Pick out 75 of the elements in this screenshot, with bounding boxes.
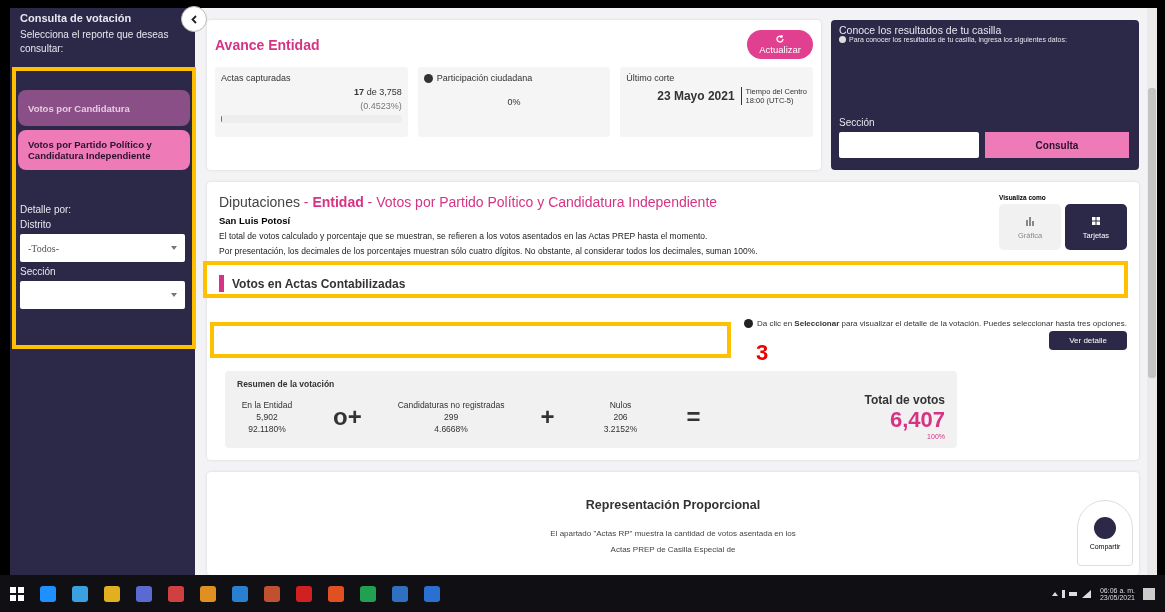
- scrollbar[interactable]: [1147, 8, 1157, 575]
- app-icon[interactable]: [424, 585, 440, 602]
- summary-label: Candidaturas no registradas: [397, 399, 505, 410]
- stat-value: 0%: [507, 97, 521, 107]
- annotation-number: 3: [756, 340, 769, 366]
- filter-select[interactable]: -Todos-: [20, 234, 185, 262]
- operator-sign: +: [540, 402, 555, 431]
- detail-label: Detalle por:: [20, 204, 73, 215]
- summary-votes: 5,902: [256, 411, 278, 422]
- report-button[interactable]: Votos por Candidatura: [18, 90, 190, 126]
- state-name: San Luis Potosí: [219, 215, 292, 226]
- info-text: Da clic en Seleccionar para visualizar el detalle de la votación. Puedes seleccionar hasta tres opciones.: [757, 319, 1127, 328]
- rp-title: Representación Proporcional: [585, 498, 761, 512]
- help-icon: [423, 73, 433, 83]
- consult-button[interactable]: Consulta: [985, 132, 1129, 158]
- collapse-button[interactable]: [181, 6, 207, 32]
- summary-percent: 92.1180%: [248, 423, 286, 434]
- note-text: Por presentación, los decimales de los porcentajes muestran sólo cuatro dígitos. No obstante, al considerar todos los decimales, suman 100%.: [219, 246, 758, 256]
- app-icon[interactable]: [136, 585, 152, 602]
- app-icon[interactable]: [232, 585, 248, 602]
- share-icon: [1094, 516, 1116, 539]
- tray-icons[interactable]: [1051, 588, 1092, 599]
- bar-chart-icon: [1024, 214, 1036, 227]
- app-icon[interactable]: [360, 585, 376, 602]
- total-votes: 6,407: [889, 407, 945, 433]
- summary-percent: 3.2152%: [603, 423, 638, 434]
- stat-count: 17: [354, 87, 365, 97]
- grid-icon: [1090, 214, 1102, 227]
- app-icon[interactable]: [264, 585, 280, 602]
- app-icon[interactable]: [104, 585, 120, 602]
- lookup-label: Sección: [839, 117, 876, 128]
- caret-icon: [171, 246, 177, 250]
- stat-total: de 3,758: [366, 87, 402, 97]
- detail-button[interactable]: Ver detalle: [1049, 331, 1127, 350]
- refresh-icon: [775, 34, 786, 44]
- app-icon[interactable]: [200, 585, 216, 602]
- notification-icon[interactable]: [1143, 587, 1155, 600]
- section-input[interactable]: [839, 132, 979, 158]
- stat-percent: (0.4523%): [359, 101, 402, 111]
- app-icon[interactable]: [328, 585, 344, 602]
- summary-label: En la Entidad: [241, 399, 293, 410]
- sidebar-subtitle: Selecciona el reporte que deseas consultar:: [20, 28, 170, 56]
- summary-votes: 299: [444, 411, 459, 422]
- refresh-button[interactable]: Actualizar: [747, 30, 813, 59]
- cutoff-date: 23 Mayo 2021: [657, 89, 735, 103]
- app-icon[interactable]: [72, 585, 88, 602]
- summary-title: Resumen de la votación: [237, 379, 336, 389]
- chevron-left-icon: [191, 14, 197, 24]
- rp-text: El apartado "Actas RP" muestra la cantidad de votos asentada en los Actas PREP de Casilla Especial de: [549, 528, 797, 556]
- stat-label: Actas capturadas: [221, 73, 292, 83]
- progress-title: Avance Entidad: [215, 36, 320, 53]
- operator-sign: =: [686, 402, 701, 431]
- section-title: Votos en Actas Contabilizadas: [232, 276, 406, 291]
- filter-label: Sección: [20, 266, 57, 277]
- summary-label: Nulos: [609, 399, 632, 410]
- filter-label: Distrito: [20, 219, 53, 230]
- caret-icon: [171, 293, 177, 297]
- summary-percent: 4.6668%: [434, 423, 468, 434]
- app-icon[interactable]: [40, 585, 56, 602]
- total-label: Total de votos: [864, 393, 945, 407]
- windows-icon[interactable]: [10, 586, 24, 601]
- app-icon[interactable]: [392, 585, 408, 602]
- stat-label: Participación ciudadana: [436, 73, 533, 83]
- app-icon[interactable]: [168, 585, 184, 602]
- operator-sign: o+: [333, 402, 362, 431]
- note-text: El total de votos calculado y porcentaje que se muestran, se refieren a los votos asentados en las Actas PREP hasta el momento.: [219, 231, 709, 241]
- info-icon: [839, 36, 846, 43]
- stat-label: Último corte: [626, 73, 676, 83]
- lookup-title: Conoce los resultados de tu casilla: [839, 24, 1003, 36]
- info-icon: [744, 319, 753, 328]
- report-button[interactable]: Votos por Partido Político y Candidatura Independiente: [18, 130, 190, 170]
- section-marker: [219, 275, 224, 292]
- summary-votes: 206: [613, 411, 628, 422]
- sidebar-title: Consulta de votación: [20, 12, 133, 24]
- results-heading: Diputaciones - Entidad - Votos por Partido Político y Candidatura Independiente: [219, 194, 719, 210]
